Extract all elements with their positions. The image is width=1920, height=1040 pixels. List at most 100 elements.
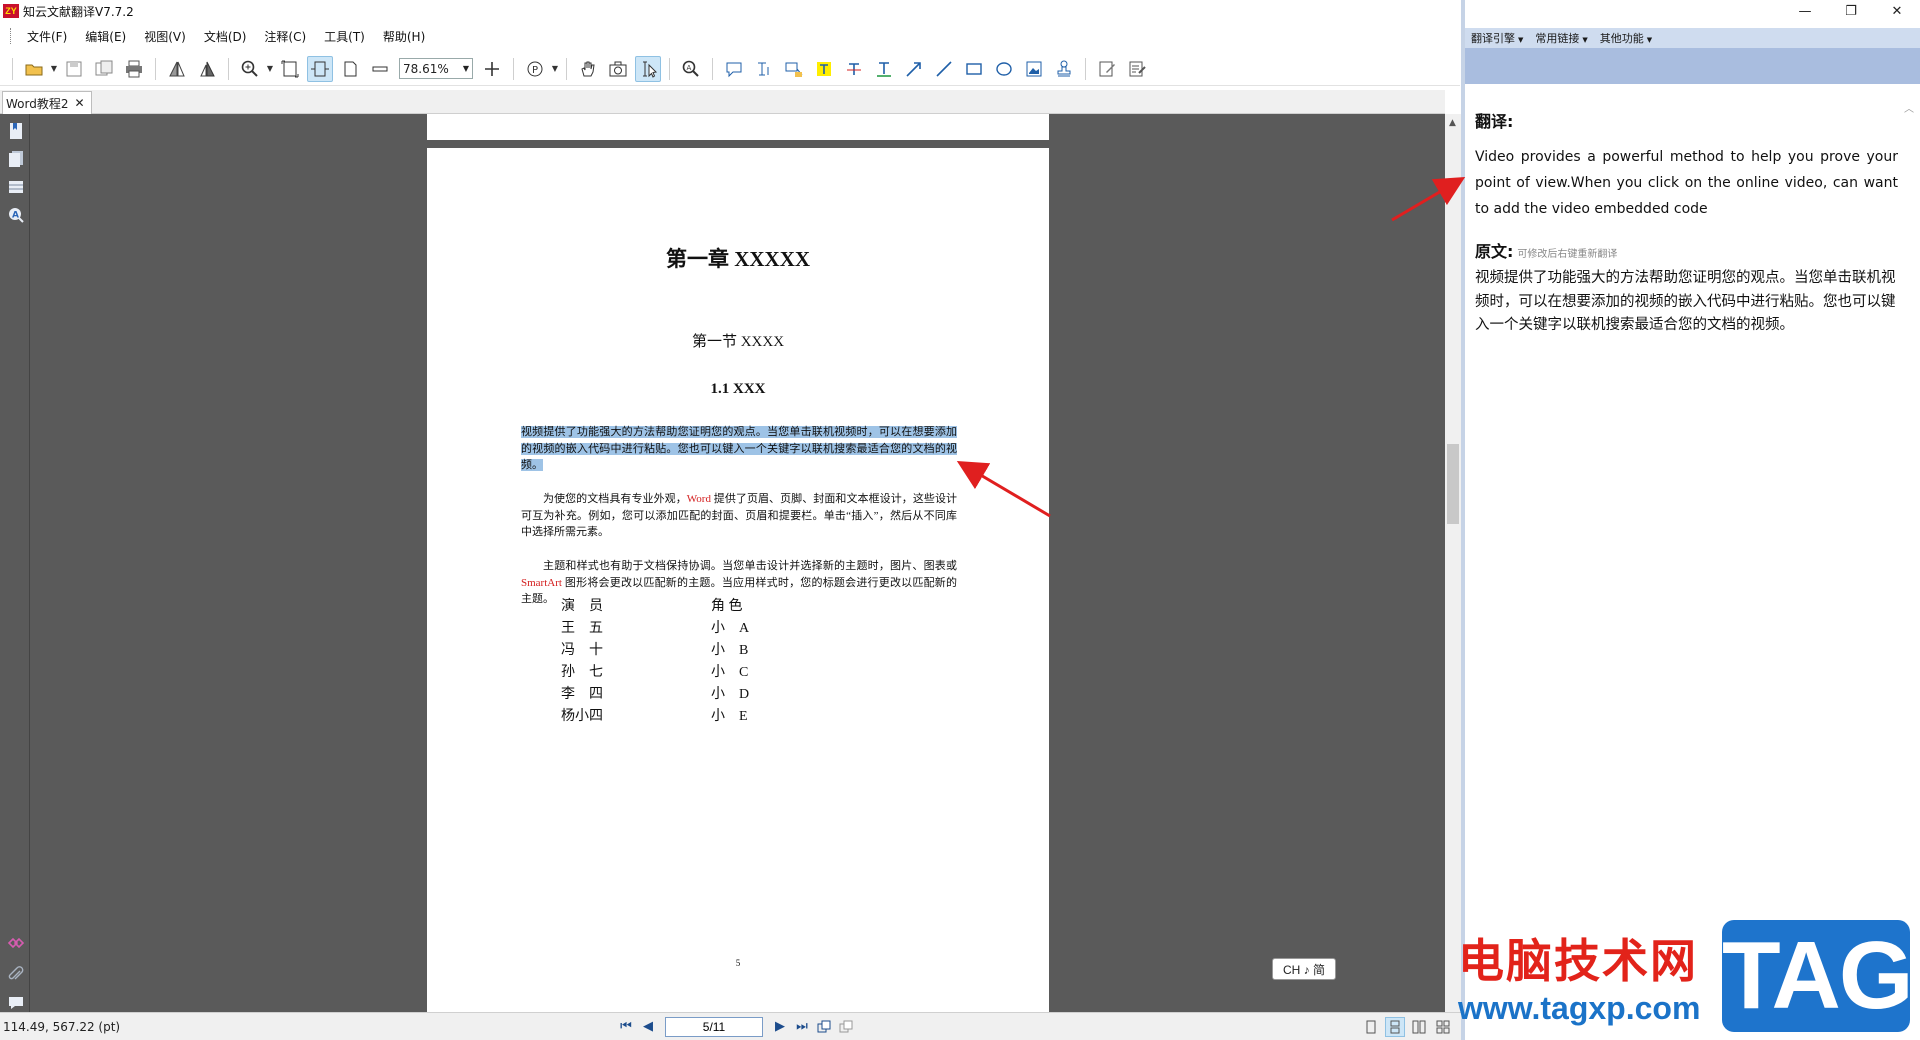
print-button[interactable] xyxy=(121,56,147,82)
zoom-in-button[interactable] xyxy=(237,56,263,82)
open-dropdown[interactable]: ▼ xyxy=(49,64,59,73)
line-tool-button[interactable] xyxy=(931,56,957,82)
select-text-button[interactable] xyxy=(635,55,661,82)
folder-open-icon xyxy=(25,64,43,75)
fit-width-button[interactable] xyxy=(307,55,333,82)
open-button[interactable] xyxy=(21,56,47,82)
arrow-tool-button[interactable] xyxy=(901,56,927,82)
strikeout-button[interactable] xyxy=(841,56,867,82)
highlight-button[interactable] xyxy=(811,56,837,82)
table-row: 李 四小 D xyxy=(561,684,821,706)
thumbnails-panel-icon[interactable] xyxy=(7,150,25,168)
table-cell: 角 色 xyxy=(711,599,743,614)
text-selection-highlight[interactable]: 视频提供了功能强大的方法帮助您证明您的观点。当您单击联机视频时，可以在想要添加的… xyxy=(521,426,957,471)
underline-button[interactable] xyxy=(871,56,897,82)
stamp-tool-button[interactable] xyxy=(1051,56,1077,82)
document-page[interactable]: 第一章 XXXXX 第一节 XXXX 1.1 XXX 视频提供了功能强大的方法帮… xyxy=(427,148,1049,1012)
manage-annotation-button[interactable] xyxy=(1124,56,1150,82)
save-as-button[interactable] xyxy=(91,56,117,82)
toolbar-separator xyxy=(566,57,567,80)
common-links-menu[interactable]: 常用链接 ▼ xyxy=(1535,30,1587,46)
page-navigate-dropdown[interactable]: ▼ xyxy=(550,64,560,73)
scroll-up-icon[interactable]: ▲ xyxy=(1449,118,1456,128)
restore-icon[interactable]: ❐ xyxy=(1828,0,1874,22)
fit-page-button[interactable] xyxy=(277,56,303,82)
ellipse-tool-button[interactable] xyxy=(991,56,1017,82)
zoom-select[interactable]: 78.61% ▼ xyxy=(399,58,473,79)
rotate-right-button[interactable] xyxy=(194,56,220,82)
table-cell: 小 D xyxy=(711,687,750,702)
fit-width-icon xyxy=(311,61,329,76)
search-button[interactable]: A xyxy=(678,56,704,82)
translation-content[interactable]: ︿ 翻译: Video provides a powerful method t… xyxy=(1465,84,1920,1020)
menu-document[interactable]: 文档(D) xyxy=(195,28,256,45)
two-page-continuous-view-icon[interactable] xyxy=(1433,1017,1453,1037)
next-page-icon[interactable]: ▶ xyxy=(769,1017,791,1037)
hand-icon xyxy=(581,61,595,76)
page-navigate-button[interactable]: P xyxy=(522,56,548,82)
svg-text:A: A xyxy=(687,64,692,72)
save-button[interactable] xyxy=(61,56,87,82)
first-page-icon[interactable]: ⏮ xyxy=(615,1017,637,1037)
vertical-scrollbar[interactable]: ▲ xyxy=(1445,114,1461,1012)
watermark-text: 电脑技术网 xyxy=(1458,934,1698,988)
zoom-value: 78.61% xyxy=(403,61,449,76)
edit-annotation-button[interactable] xyxy=(1094,56,1120,82)
actual-size-button[interactable] xyxy=(337,56,363,82)
rotate-left-button[interactable] xyxy=(164,56,190,82)
chevron-up-icon[interactable]: ︿ xyxy=(1904,100,1914,115)
scrollbar-thumb[interactable] xyxy=(1447,444,1459,524)
ellipse-icon xyxy=(996,61,1012,76)
link-panel-icon[interactable] xyxy=(7,934,25,952)
menu-tools[interactable]: 工具(T) xyxy=(315,28,374,45)
continuous-view-icon[interactable] xyxy=(1385,1016,1405,1037)
magnifier-plus-icon xyxy=(241,60,258,77)
table-cell: 小 B xyxy=(711,643,749,658)
toolbar-separator xyxy=(228,57,229,80)
hand-tool-button[interactable] xyxy=(575,56,601,82)
menubar-grip xyxy=(10,28,12,44)
tab-label: Word教程2 xyxy=(6,96,69,111)
menu-file[interactable]: 文件(F) xyxy=(18,28,76,45)
paragraph-2[interactable]: 为使您的文档具有专业外观，Word 提供了页眉、页脚、封面和文本框设计，这些设计… xyxy=(521,491,957,541)
zoom-out-button[interactable] xyxy=(367,56,393,82)
chapter-heading: 第一章 XXXXX xyxy=(665,247,811,271)
single-page-view-icon[interactable] xyxy=(1361,1017,1381,1037)
page-input[interactable] xyxy=(665,1016,763,1037)
close-icon[interactable]: ✕ xyxy=(74,96,84,110)
tab-word-tutorial-2[interactable]: Word教程2 ✕ xyxy=(2,91,92,114)
original-text[interactable]: 视频提供了功能强大的方法帮助您证明您的观点。当您单击联机视频时，可以在想要添加的… xyxy=(1475,267,1898,338)
previous-view-icon[interactable] xyxy=(813,1017,835,1037)
next-view-icon[interactable] xyxy=(835,1017,857,1037)
document-viewport[interactable]: 第一章 XXXXX 第一节 XXXX 1.1 XXX 视频提供了功能强大的方法帮… xyxy=(30,114,1445,1012)
rectangle-tool-button[interactable] xyxy=(961,56,987,82)
menu-help[interactable]: 帮助(H) xyxy=(374,28,434,45)
layers-panel-icon[interactable] xyxy=(7,178,25,196)
translation-text[interactable]: Video provides a powerful method to help… xyxy=(1475,144,1898,222)
table-cell: 李 四 xyxy=(561,687,603,702)
menu-comment[interactable]: 注释(C) xyxy=(255,28,315,45)
close-icon[interactable]: ✕ xyxy=(1874,0,1920,22)
attachment-panel-icon[interactable] xyxy=(7,966,25,984)
bookmark-panel-icon[interactable] xyxy=(7,122,25,140)
snapshot-button[interactable] xyxy=(605,56,631,82)
comments-panel-icon[interactable] xyxy=(7,994,25,1012)
selected-paragraph[interactable]: 视频提供了功能强大的方法帮助您证明您的观点。当您单击联机视频时，可以在想要添加的… xyxy=(521,424,957,474)
previous-page-icon[interactable]: ◀ xyxy=(637,1017,659,1037)
menu-edit[interactable]: 编辑(E) xyxy=(76,28,135,45)
note-button[interactable] xyxy=(721,56,747,82)
callout-button[interactable] xyxy=(781,56,807,82)
zoom-dropdown[interactable]: ▼ xyxy=(265,64,275,73)
other-functions-menu[interactable]: 其他功能 ▼ xyxy=(1600,30,1652,46)
search-panel-icon[interactable]: A xyxy=(7,206,25,224)
zoom-plus-button[interactable] xyxy=(479,56,505,82)
menu-view[interactable]: 视图(V) xyxy=(135,28,195,45)
minimize-icon[interactable]: — xyxy=(1782,0,1828,22)
ime-indicator[interactable]: CH ♪ 简 xyxy=(1272,958,1336,980)
two-page-view-icon[interactable] xyxy=(1409,1017,1429,1037)
translation-engine-menu[interactable]: 翻译引擎 ▼ xyxy=(1471,30,1523,46)
image-tool-button[interactable] xyxy=(1021,56,1047,82)
last-page-icon[interactable]: ⏭ xyxy=(791,1017,813,1037)
section-heading: 第一节 XXXX xyxy=(691,334,785,350)
text-box-button[interactable] xyxy=(751,56,777,82)
